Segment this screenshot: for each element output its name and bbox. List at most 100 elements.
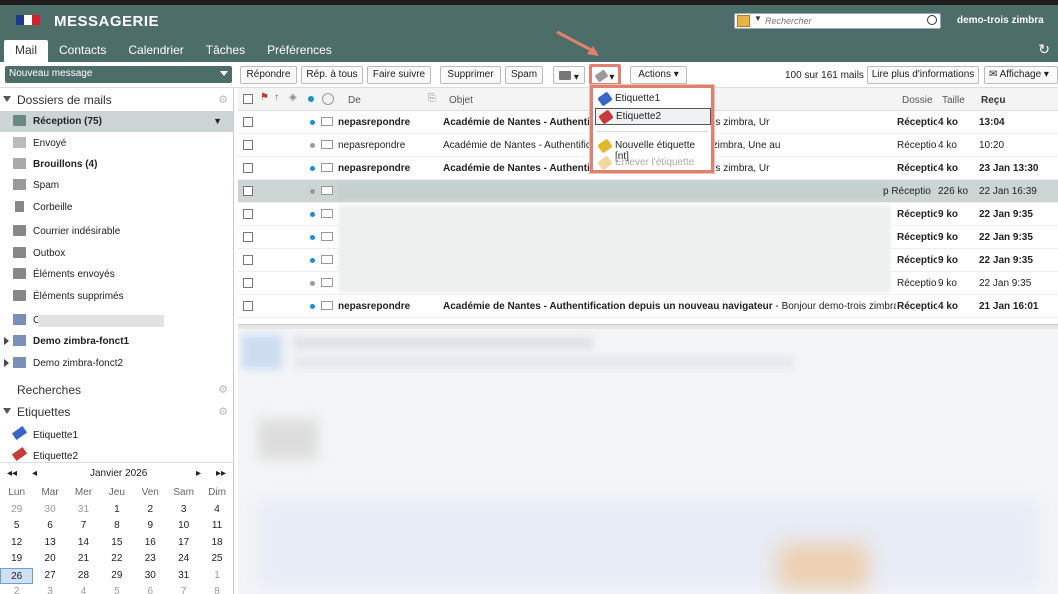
collapse-icon[interactable] (3, 96, 11, 102)
calendar-today[interactable]: 26 (0, 567, 34, 584)
display-button[interactable]: ✉ Affichage ▾ (984, 66, 1058, 84)
unread-dot-icon[interactable] (310, 166, 315, 171)
gear-icon[interactable]: ⚙ (218, 93, 228, 106)
calendar-day[interactable]: 29 (0, 502, 33, 519)
unread-dot-icon[interactable] (310, 212, 315, 217)
row-checkbox[interactable] (243, 255, 253, 265)
column-subject[interactable]: Objet (449, 95, 473, 106)
calendar-day[interactable]: 12 (0, 535, 33, 552)
read-more-button[interactable]: Lire plus d'informations (867, 66, 979, 84)
reply-button[interactable]: Répondre (240, 66, 297, 84)
search-box[interactable]: ▼ (734, 13, 941, 29)
flag-icon[interactable]: ⚑ (260, 92, 269, 103)
calendar-day[interactable]: 18 (200, 535, 233, 552)
gear-icon[interactable]: ⚙ (218, 383, 228, 396)
tab-tasks[interactable]: Tâches (195, 40, 256, 62)
calendar-day[interactable]: 14 (67, 535, 100, 552)
print-button[interactable]: ▾ (553, 66, 585, 84)
calendar-day[interactable]: 16 (134, 535, 167, 552)
calendar-day[interactable]: 25 (200, 551, 233, 568)
calendar-day[interactable]: 31 (67, 502, 100, 519)
row-checkbox[interactable] (243, 232, 253, 242)
calendar-day[interactable]: 24 (167, 551, 200, 568)
calendar-day[interactable]: 19 (0, 551, 33, 568)
read-dot-icon[interactable] (310, 189, 315, 194)
folder-outbox[interactable]: Outbox (0, 243, 234, 264)
expand-icon[interactable] (4, 337, 9, 345)
search-icon[interactable] (927, 15, 937, 25)
calendar-day[interactable]: 27 (33, 568, 66, 585)
menu-item-etiquette2[interactable]: Etiquette2 (595, 108, 711, 125)
actions-button[interactable]: Actions ▾ (630, 66, 687, 84)
calendar-day[interactable]: 1 (100, 502, 133, 519)
unread-dot-icon[interactable] (310, 304, 315, 309)
calendar-day[interactable]: 5 (0, 518, 33, 535)
folder-drafts[interactable]: Brouillons (4) (0, 154, 234, 175)
calendar-day[interactable]: 8 (100, 518, 133, 535)
calendar-day[interactable]: 31 (167, 568, 200, 585)
row-checkbox[interactable] (243, 140, 253, 150)
calendar-day[interactable]: 30 (33, 502, 66, 519)
calendar-day[interactable]: 30 (134, 568, 167, 585)
select-all-checkbox[interactable] (243, 94, 253, 104)
calendar-day[interactable]: 3 (33, 584, 66, 594)
tag-column-icon[interactable]: ◈ (289, 92, 297, 103)
table-row[interactable]: nepasrepondre Académie de Nantes - Authen… (238, 295, 1058, 318)
calendar-day[interactable]: 4 (67, 584, 100, 594)
table-row[interactable]: p Réceptio 226 ko 22 Jan 16:39 (238, 180, 1058, 203)
folder-spam[interactable]: Spam (0, 175, 234, 196)
tab-calendar[interactable]: Calendrier (117, 40, 194, 62)
search-input[interactable] (765, 15, 925, 27)
tag-button[interactable]: ▾ (589, 64, 621, 86)
folder-junk[interactable]: Courrier indésirable (0, 221, 234, 242)
calendar-day[interactable]: 22 (100, 551, 133, 568)
calendar-day[interactable]: 23 (134, 551, 167, 568)
folder-demo-fonct1[interactable]: Demo zimbra-fonct1 (0, 331, 234, 352)
tab-mail[interactable]: Mail (4, 40, 49, 62)
calendar-day[interactable]: 6 (134, 584, 167, 594)
searches-section[interactable]: Recherches ⚙ (0, 383, 234, 401)
tag-etiquette1[interactable]: Etiquette1 (0, 425, 234, 446)
calendar-day[interactable]: 17 (167, 535, 200, 552)
calendar-day[interactable]: 1 (200, 568, 233, 585)
next-year-icon[interactable]: ▸▸ (216, 468, 226, 479)
calendar-day[interactable]: 2 (134, 502, 167, 519)
calendar-day[interactable]: 20 (33, 551, 66, 568)
calendar-day[interactable]: 7 (167, 584, 200, 594)
folder-inbox[interactable]: Réception (75) ▼ (0, 111, 234, 132)
calendar-day[interactable]: 15 (100, 535, 133, 552)
read-status-icon[interactable] (308, 96, 314, 102)
prev-year-icon[interactable]: ◂◂ (7, 468, 17, 479)
collapse-icon[interactable] (3, 408, 11, 414)
row-checkbox[interactable] (243, 163, 253, 173)
unread-dot-icon[interactable] (310, 235, 315, 240)
calendar-day[interactable]: 10 (167, 518, 200, 535)
tab-preferences[interactable]: Préférences (256, 40, 343, 62)
tab-contacts[interactable]: Contacts (48, 40, 117, 62)
reply-all-button[interactable]: Rép. à tous (301, 66, 363, 84)
calendar-day[interactable]: 8 (200, 584, 233, 594)
calendar-day[interactable]: 2 (0, 584, 33, 594)
gear-icon[interactable]: ⚙ (218, 405, 228, 418)
unread-dot-icon[interactable] (310, 120, 315, 125)
user-name[interactable]: demo-trois zimbra (957, 15, 1044, 26)
row-checkbox[interactable] (243, 209, 253, 219)
read-dot-icon[interactable] (310, 143, 315, 148)
calendar-day[interactable]: 29 (100, 568, 133, 585)
calendar-day[interactable]: 21 (67, 551, 100, 568)
chevron-down-icon[interactable]: ▼ (213, 116, 222, 126)
chevron-down-icon[interactable] (220, 71, 228, 76)
unread-dot-icon[interactable] (310, 258, 315, 263)
folder-shared[interactable]: C (0, 310, 234, 331)
folder-demo-fonct2[interactable]: Demo zimbra-fonct2 (0, 353, 234, 374)
calendar-day[interactable]: 3 (167, 502, 200, 519)
calendar-day[interactable]: 13 (33, 535, 66, 552)
calendar-day[interactable]: 4 (200, 502, 233, 519)
search-type-icon[interactable] (737, 15, 750, 27)
read-dot-icon[interactable] (310, 281, 315, 286)
row-checkbox[interactable] (243, 117, 253, 127)
calendar-day[interactable]: 7 (67, 518, 100, 535)
new-message-button[interactable]: Nouveau message (5, 66, 232, 83)
calendar-day[interactable]: 6 (33, 518, 66, 535)
calendar-day[interactable]: 9 (134, 518, 167, 535)
